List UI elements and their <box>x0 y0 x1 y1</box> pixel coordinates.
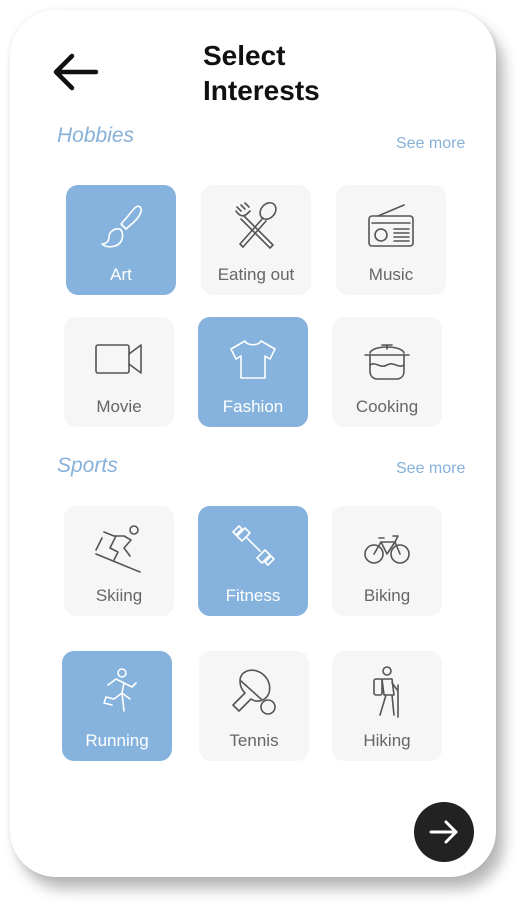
back-button[interactable] <box>50 50 102 94</box>
tile-label: Fashion <box>222 397 284 416</box>
tile-label: Music <box>368 265 414 284</box>
tile-label: Biking <box>363 586 411 605</box>
tile-label: Skiing <box>95 586 143 605</box>
radio-icon <box>366 199 416 253</box>
dumbbell-icon <box>228 520 278 574</box>
phone-frame: Select Interests Hobbies See more Art Ea… <box>10 10 496 877</box>
skier-icon <box>94 520 144 574</box>
video-camera-icon <box>94 331 144 385</box>
tile-label: Tennis <box>229 731 279 750</box>
tile-art[interactable]: Art <box>66 185 176 295</box>
bicycle-icon <box>362 520 412 574</box>
tile-label: Running <box>85 731 149 750</box>
arrow-right-icon <box>429 820 458 844</box>
tile-cooking[interactable]: Cooking <box>332 317 442 427</box>
tile-label: Eating out <box>217 265 295 284</box>
tile-running[interactable]: Running <box>62 651 172 761</box>
paintbrush-icon <box>96 199 146 253</box>
tile-fashion[interactable]: Fashion <box>198 317 308 427</box>
tile-eating-out[interactable]: Eating out <box>201 185 311 295</box>
section-title-hobbies: Hobbies <box>57 124 135 147</box>
tile-music[interactable]: Music <box>336 185 446 295</box>
tile-hiking[interactable]: Hiking <box>332 651 442 761</box>
t-shirt-icon <box>228 331 278 385</box>
tile-label: Cooking <box>355 397 419 416</box>
see-more-sports-link[interactable]: See more <box>396 460 465 478</box>
paddle-ball-icon <box>229 665 279 719</box>
page-title: Select Interests <box>203 38 320 108</box>
section-title-sports: Sports <box>57 454 118 477</box>
page-title-line1: Select <box>203 40 286 71</box>
cooking-pot-icon <box>362 331 412 385</box>
arrow-left-icon <box>53 53 99 91</box>
page-title-line2: Interests <box>203 75 320 106</box>
tile-biking[interactable]: Biking <box>332 506 442 616</box>
see-more-hobbies-link[interactable]: See more <box>396 135 465 153</box>
hiker-icon <box>362 665 412 719</box>
next-button[interactable] <box>414 802 474 862</box>
tile-movie[interactable]: Movie <box>64 317 174 427</box>
tile-label: Movie <box>96 397 142 416</box>
tile-label: Fitness <box>225 586 281 605</box>
runner-icon <box>92 665 142 719</box>
tile-label: Hiking <box>363 731 411 750</box>
tile-fitness[interactable]: Fitness <box>198 506 308 616</box>
fork-spoon-icon <box>231 199 281 253</box>
tile-label: Art <box>110 265 132 284</box>
tile-skiing[interactable]: Skiing <box>64 506 174 616</box>
tile-tennis[interactable]: Tennis <box>199 651 309 761</box>
